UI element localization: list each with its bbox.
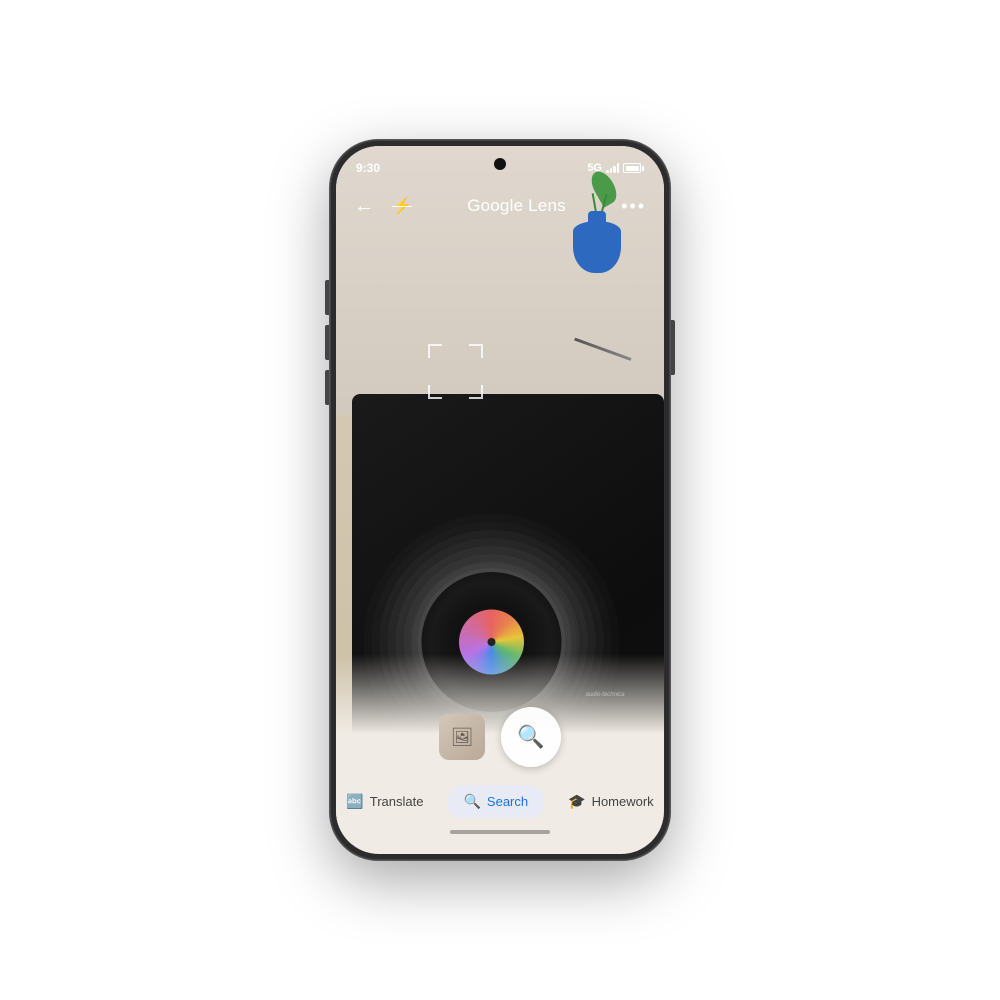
lens-bar: ← ⚡ Google Lens ••• — [336, 182, 664, 230]
thumbnail-button[interactable]: 🖼 — [439, 714, 485, 760]
5g-indicator: 5G — [587, 162, 602, 174]
tab-translate-label: Translate — [370, 794, 424, 809]
tab-search[interactable]: 🔍 Search — [447, 785, 544, 818]
signal-bar-4 — [617, 163, 620, 173]
bottom-panel: 🖼 🔍 🔤 Translate 🔍 Search 🎓 — [336, 654, 664, 854]
tab-bar: 🔤 Translate 🔍 Search 🎓 Homework — [336, 785, 664, 818]
shutter-button[interactable]: 🔍 — [501, 707, 561, 767]
signal-bars — [606, 163, 619, 173]
phone-screen: audio-technica 9:30 5G — [336, 146, 664, 854]
camera-punch-hole — [494, 158, 506, 170]
lens-bar-left: ← ⚡ — [354, 195, 412, 218]
homework-icon: 🎓 — [568, 793, 585, 810]
more-options-button[interactable]: ••• — [621, 196, 646, 217]
search-tab-icon: 🔍 — [463, 793, 480, 810]
tab-homework-label: Homework — [592, 794, 654, 809]
lens-bar-right: ••• — [621, 196, 646, 217]
bracket-corner-br — [469, 385, 483, 399]
back-button[interactable]: ← — [354, 195, 374, 218]
signal-bar-1 — [606, 170, 609, 173]
lens-title: Google Lens — [467, 196, 566, 216]
tab-homework[interactable]: 🎓 Homework — [552, 785, 664, 818]
battery-body — [623, 163, 641, 173]
camera-controls: 🖼 🔍 — [439, 707, 561, 767]
bracket-corner-bl — [428, 385, 442, 399]
selection-bracket — [428, 344, 483, 399]
tab-translate[interactable]: 🔤 Translate — [336, 785, 439, 818]
home-indicator — [450, 830, 550, 834]
battery-tip — [642, 166, 644, 171]
flash-off-button[interactable]: ⚡ — [392, 196, 412, 216]
status-icons: 5G — [587, 162, 644, 174]
search-icon: 🔍 — [517, 724, 544, 750]
thumbnail-placeholder: 🖼 — [451, 727, 474, 748]
status-time: 9:30 — [356, 161, 380, 175]
battery-fill — [626, 166, 639, 171]
translate-icon: 🔤 — [346, 793, 363, 810]
tab-search-label: Search — [487, 794, 528, 809]
battery-icon — [623, 163, 644, 173]
signal-bar-3 — [613, 166, 616, 173]
signal-bar-2 — [610, 168, 613, 173]
thumbnail-image: 🖼 — [439, 714, 485, 760]
bracket-corner-tr — [469, 344, 483, 358]
bracket-corner-tl — [428, 344, 442, 358]
vinyl-hole — [488, 638, 496, 646]
phone-device: audio-technica 9:30 5G — [330, 140, 670, 860]
